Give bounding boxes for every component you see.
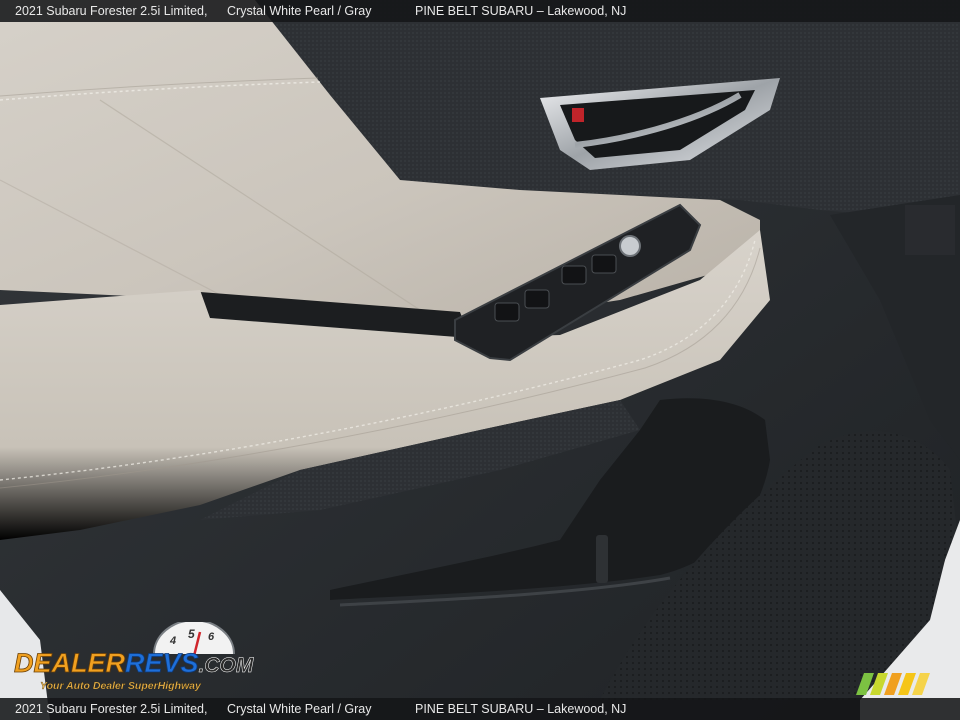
dealer-caption: PINE BELT SUBARU – Lakewood, NJ (415, 4, 627, 18)
dealer-caption-bottom: PINE BELT SUBARU – Lakewood, NJ (415, 702, 627, 716)
gauge-digit-4: 4 (169, 635, 176, 647)
pocket-tab (596, 535, 608, 583)
dealerrevs-logo: 4 5 6 DEALERREVS.COM Your Auto Dealer Su… (14, 622, 254, 692)
window-switch-front-left[interactable] (591, 254, 617, 274)
photo-frame: 2021 Subaru Forester 2.5i Limited, Cryst… (0, 0, 960, 720)
stripes-badge-icon (856, 673, 930, 695)
gauge-digit-6: 6 (208, 631, 215, 643)
caption-bar-bottom: 2021 Subaru Forester 2.5i Limited, Cryst… (0, 698, 960, 720)
vehicle-caption-bottom: 2021 Subaru Forester 2.5i Limited, (15, 702, 208, 716)
color-caption-bottom: Crystal White Pearl / Gray (227, 702, 372, 716)
mirror-control-knob[interactable] (619, 235, 641, 257)
window-switch-front-right[interactable] (561, 265, 587, 285)
lock-indicator (572, 108, 584, 122)
gauge-digit-5: 5 (188, 627, 195, 641)
door-panel-photo (0, 0, 960, 720)
logo-tagline: Your Auto Dealer SuperHighway (40, 680, 202, 692)
window-switch-rear-right[interactable] (524, 289, 550, 309)
vehicle-caption: 2021 Subaru Forester 2.5i Limited, (15, 4, 208, 18)
caption-bar-top: 2021 Subaru Forester 2.5i Limited, Cryst… (0, 0, 960, 22)
window-switch-rear-left[interactable] (494, 302, 520, 322)
color-caption: Crystal White Pearl / Gray (227, 4, 372, 18)
